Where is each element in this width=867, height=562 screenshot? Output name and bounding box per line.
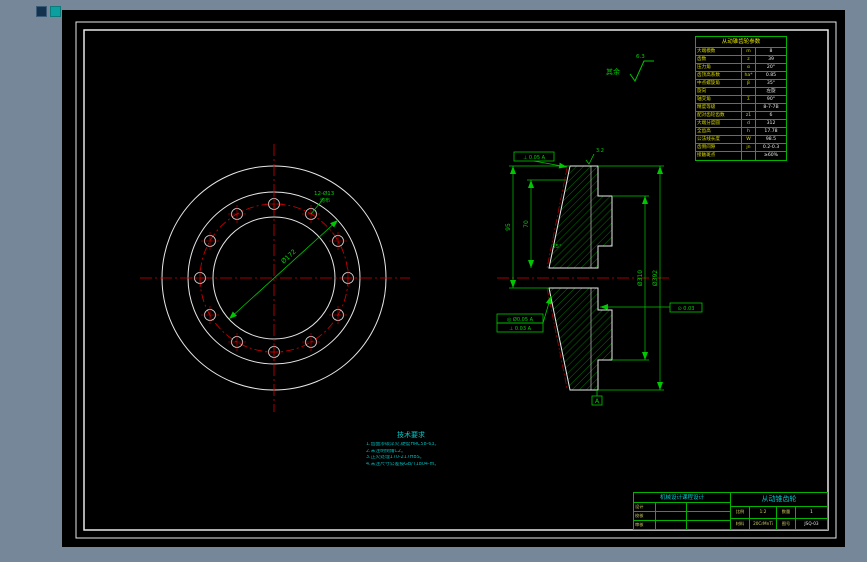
bolt-hole [228,333,246,351]
tech-requirements-title: 技术要求 [397,431,425,439]
bolt-hole [265,343,283,361]
param-row: 精度等级 8-7-7B [696,104,786,112]
param-table-title: 从动锥齿轮参数 [696,37,786,48]
title-block: 机械设计课程设计 设计 校核 审核 从动锥齿轮 比例 1:2 数量 1 材料 2… [633,492,828,530]
dim-angle: 35° [552,244,562,250]
sign-label: 校核 [634,512,656,520]
param-row: 齿顶高系数 ha* 0.85 [696,72,786,80]
section-top-half [548,165,613,269]
bolt-hole [191,269,209,287]
qty-value: 1 [810,509,813,514]
sign-row: 审核 [634,521,730,529]
param-row: 旋向 左旋 [696,88,786,96]
roughness-top-label: 3.2 [596,148,604,154]
sign-cell [656,503,687,511]
roughness-note-text: 其余 [606,67,620,76]
param-row: 压力角 α 20° [696,64,786,72]
company-name: 机械设计课程设计 [634,493,730,503]
cad-viewport[interactable]: Ø172 12-Ø13 均布 95 70 35° Ø310 Ø392 ⊥ 0.0… [0,0,867,562]
param-row: 中点螺旋角 β 35° [696,80,786,88]
material-value: 20CrMnTi [750,518,777,529]
datum-label: A [595,398,600,405]
title-block-row: 比例 1:2 数量 1 [731,507,827,519]
surface-roughness-note: 其余 6.3 [606,54,654,82]
bolt-hole [265,195,283,213]
param-row: 接触斑点 ≥60% [697,152,779,160]
param-row: 全齿高 h 17.78 [696,128,786,136]
sign-cell [656,512,687,520]
title-block-row: 材料 20CrMnTi 图号 JSQ-03 [731,518,827,529]
title-block-left: 机械设计课程设计 设计 校核 审核 [634,493,731,529]
scale-value: 1:2 [750,507,777,518]
param-row: 齿侧间隙 jn 0.2-0.3 [696,144,786,152]
sign-cell [656,521,687,529]
front-centerlines [140,144,410,412]
drawing-no-value: JSQ-03 [804,520,819,526]
bolt-hole [302,333,320,351]
bolt-hole [339,269,357,287]
gdt2a-label: ◎ Ø0.05 A [507,316,534,323]
part-name: 从动锥齿轮 [731,493,827,507]
gdt3-label: ⊙ 0.03 [678,306,695,312]
param-row: 大端分度圆 d 312 [696,120,786,128]
sign-cell [687,512,730,520]
dim-w2: 70 [523,220,530,228]
gear-parameter-table: 从动锥齿轮参数 大端模数 m 8 齿数 z 39 压力角 α 20° 齿顶高系数 ha* 0.8… [695,36,787,161]
front-view: Ø172 12-Ø13 均布 [140,144,410,412]
param-row: 公法线长度 W 98.5 [696,136,786,144]
param-row: 轴交角 Σ 90° [696,96,786,104]
bolt-hole [201,306,219,324]
sign-row: 校核 [634,512,730,521]
section-view: 95 70 35° Ø310 Ø392 ⊥ 0.05 A ◎ Ø0.05 A ⊥… [496,148,703,406]
param-row: 齿数 z 39 [696,56,786,64]
sign-label: 审核 [634,521,656,529]
bolt-hole [329,232,347,250]
sign-cell [687,521,730,529]
scale-label: 比例 [731,507,750,518]
gdt1-label: ⊥ 0.05 A [523,155,546,161]
roughness-marks [585,153,595,165]
drawing-no-label: 图号 [777,518,796,529]
sign-label: 设计 [634,503,656,511]
roughness-value: 6.3 [636,54,645,60]
param-row: 大端模数 m 8 [696,48,786,56]
technical-requirements: 技术要求 1.齿面渗碳淬火,硬度HRC58-63。 2.未注明倒角C2。 3.正… [366,430,506,468]
front-diameter-dim [228,219,339,320]
bolt-hole [228,205,246,223]
gdt-frames [496,151,703,406]
roughness-check-icon [629,60,654,82]
section-bottom-half [548,287,613,391]
sign-row: 设计 [634,503,730,512]
front-diameter-label: Ø172 [279,248,297,266]
material-label: 材料 [731,518,750,529]
param-row: 配对齿轮齿数 z1 6 [696,112,786,120]
dim-w1: 95 [505,223,512,231]
tech-requirement-line: 4.未注尺寸公差按GB/T1804-m。 [366,461,440,467]
holes-note: 12-Ø13 [314,190,335,197]
bolt-hole [329,306,347,324]
qty-label: 数量 [777,507,796,518]
title-block-right: 从动锥齿轮 比例 1:2 数量 1 材料 20CrMnTi 图号 JSQ-03 [731,493,827,529]
bolt-hole [201,232,219,250]
holes-note-2: 均布 [320,197,330,204]
dim-d-inner: Ø310 [637,270,644,286]
dim-d-outer: Ø392 [652,270,659,286]
sign-cell [687,503,730,511]
gdt2b-label: ⊥ 0.03 A [509,326,532,332]
